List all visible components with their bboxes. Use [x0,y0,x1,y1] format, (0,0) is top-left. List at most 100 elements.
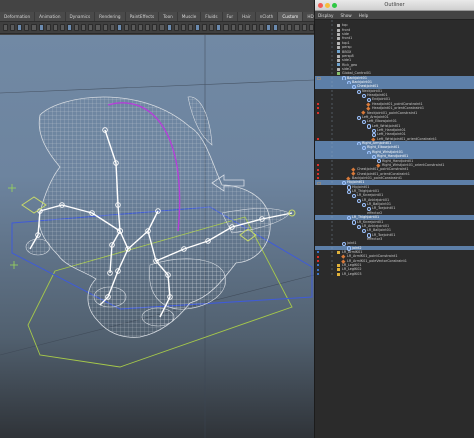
camera-icon [337,45,340,49]
constraint-flag-icon[interactable] [317,255,319,258]
mesh-icon [337,50,340,54]
shelf-tool-icon[interactable] [38,24,44,31]
shelf-tool-icon[interactable] [152,24,158,31]
shelf-tab-custom[interactable]: Custom [278,12,304,21]
ik-handle-icon [337,250,340,254]
shelf-tool-icon[interactable] [95,24,101,31]
shelf-tool-icon[interactable] [52,24,58,31]
shelf-tool-icon[interactable] [251,24,257,31]
ik-handle-icon [337,263,340,267]
constraint-flag-icon[interactable] [317,164,319,167]
shelf-tool-icon[interactable] [287,24,293,31]
constraint-flag-icon[interactable] [317,172,319,175]
outliner-window: Outliner Display Show Help ∙ ∙ top ∙ front ∙ sid… [314,0,474,438]
viewport-scene[interactable] [0,35,314,438]
shelf-tab-fluids[interactable]: Fluids [201,12,223,21]
camera-icon [337,32,340,36]
shelf-toolbar [0,22,314,34]
constraint-flag-icon[interactable] [317,111,319,114]
outliner-title-bar[interactable]: Outliner [315,0,474,11]
camera-icon [337,37,340,41]
shelf-tool-icon[interactable] [24,24,30,31]
shelf-tool-icon[interactable] [45,24,51,31]
shelf-tab-deformation[interactable]: Deformation [0,12,36,21]
constraint-flag-icon[interactable] [317,103,319,106]
shelf-tab-bar: Deformation Animation Dynamics Rendering Pai… [0,12,346,22]
ik-flag-icon[interactable] [317,273,319,276]
shelf-tool-icon[interactable] [244,24,250,31]
shelf-tab-muscle[interactable]: Muscle [178,12,202,21]
outliner-tree[interactable]: ∙ ∙ top ∙ front ∙ side ∙ front1 ∙ top1 ∙ persp ∙ BBOX ∙… [315,19,474,438]
small-locators[interactable] [8,184,18,269]
ik-flag-icon[interactable] [317,251,319,254]
shelf-tool-icon[interactable] [266,24,272,31]
shelf-tool-icon[interactable] [130,24,137,31]
shelf-tool-icon[interactable] [109,24,115,31]
row-gutter[interactable] [315,272,322,276]
ik-handle-icon [337,272,340,276]
outliner-menu-display[interactable]: Display [318,13,333,18]
ik-flag-icon[interactable] [317,264,319,267]
shelf-tool-icon[interactable] [66,24,73,31]
camera-icon [337,24,340,28]
shelf-tool-icon[interactable] [230,24,236,31]
shelf-tool-icon[interactable] [10,24,16,31]
shelf-tool-icon[interactable] [17,24,23,31]
3d-viewport[interactable] [0,35,314,438]
shelf-tool-icon[interactable] [180,24,186,31]
constraint-flag-icon[interactable] [317,177,319,180]
shelf-tool-icon[interactable] [138,24,144,31]
shelf-tool-icon[interactable] [280,24,286,31]
camera-icon [337,54,340,58]
shelf-tool-icon[interactable] [159,24,165,31]
shelf-tab-ncloth[interactable]: nCloth [256,12,279,21]
shelf-tab-toon[interactable]: Toon [159,12,178,21]
shelf-tool-icon[interactable] [223,24,229,31]
camera-icon [337,59,340,63]
shelf-tool-icon[interactable] [187,24,193,31]
outliner-node-label: LR_LegIK03 [342,271,362,276]
shelf-tab-fur[interactable]: Fur [223,12,239,21]
shelf-tab-animation[interactable]: Animation [35,12,66,21]
outliner-menu-show[interactable]: Show [340,13,351,18]
shelf-tool-icon[interactable] [3,24,9,31]
shelf-tool-icon[interactable] [294,24,300,31]
constraint-flag-icon[interactable] [317,260,319,263]
shelf-tool-icon[interactable] [88,24,94,31]
shelf-tool-icon[interactable] [59,24,65,31]
shelf-tool-icon[interactable] [123,24,129,31]
camera-icon [337,67,340,71]
shelf-tool-icon[interactable] [74,24,80,31]
shelf-tool-icon[interactable] [173,24,179,31]
shelf-tool-icon[interactable] [194,24,201,31]
shelf-tab-hair[interactable]: Hair [238,12,256,21]
shelf-tool-icon[interactable] [216,24,222,31]
shelf-tool-icon[interactable] [145,24,151,31]
shelf-tool-icon[interactable] [301,24,307,31]
outliner-title: Outliner [384,2,405,8]
constraint-flag-icon[interactable] [317,168,319,171]
shelf-tool-icon[interactable] [81,24,87,31]
ik-handle-icon [337,268,340,272]
shelf-tool-icon[interactable] [116,24,122,31]
control-curve-icon [337,72,340,76]
shelf-tool-icon[interactable] [237,24,243,31]
shelf-tab-painteffects[interactable]: PaintEffects [126,12,160,21]
visibility-icon[interactable]: ∙ [331,272,333,276]
camera-icon [337,41,340,45]
shelf-tool-icon[interactable] [31,24,37,31]
ik-flag-icon[interactable] [317,268,319,271]
shelf-tool-icon[interactable] [102,24,108,31]
shelf-tab-rendering[interactable]: Rendering [95,12,126,21]
shelf-tool-icon[interactable] [258,24,265,31]
shelf-tool-icon[interactable] [202,24,208,31]
outliner-row[interactable]: ∙ LR_LegIK03 [315,272,474,276]
shelf-tab-dynamics[interactable]: Dynamics [66,12,96,21]
shelf-tool-icon[interactable] [209,24,215,31]
camera-icon [337,28,340,32]
outliner-menu-help[interactable]: Help [359,13,369,18]
shelf-tool-icon[interactable] [166,24,172,31]
constraint-flag-icon[interactable] [317,138,319,140]
constraint-flag-icon[interactable] [317,107,319,110]
shelf-tool-icon[interactable] [273,24,279,31]
